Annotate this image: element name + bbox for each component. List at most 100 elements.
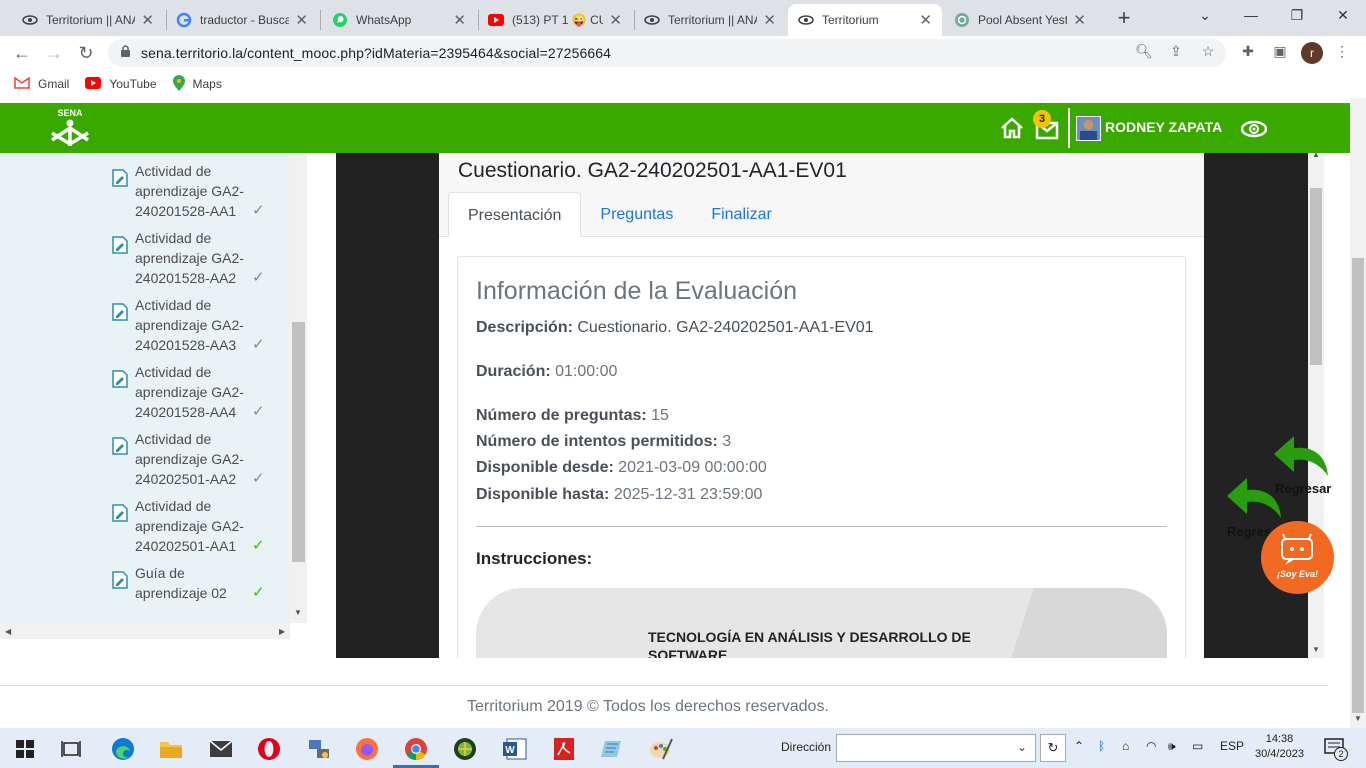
list-item[interactable]: Actividad de aprendizaje GA2-240201528-A…: [112, 161, 282, 221]
accessibility-eye-icon[interactable]: [1240, 120, 1268, 141]
extensions-icon[interactable]: ✚: [1239, 42, 1257, 60]
sidebar-scroll-thumb[interactable]: [292, 322, 305, 562]
browser-tab[interactable]: WhatsApp ✕: [322, 4, 476, 36]
windows-start-icon[interactable]: [12, 736, 38, 762]
file-explorer-icon[interactable]: [158, 736, 184, 762]
minimize-icon[interactable]: —: [1228, 0, 1274, 30]
bluetooth-icon[interactable]: ᛒ: [1098, 739, 1105, 753]
notes-app-icon[interactable]: [600, 736, 626, 762]
sena-logo[interactable]: SENA: [48, 106, 92, 148]
address-toolbar-input[interactable]: ⌄: [836, 734, 1036, 762]
volume-icon[interactable]: 🕪︎: [1168, 739, 1176, 754]
bookmark-youtube[interactable]: YouTube: [85, 76, 157, 92]
new-tab-button[interactable]: +: [1110, 4, 1138, 32]
browser-tab-active[interactable]: Territorium ✕: [788, 4, 942, 36]
browser-tab[interactable]: Pool Absent Yeste ✕: [944, 4, 1096, 36]
banner-text: TECNOLOGÍA EN ANÁLISIS Y DESARROLLO DE S…: [648, 629, 971, 658]
tray-expand-icon[interactable]: ⌃: [1074, 739, 1084, 753]
browser-tab[interactable]: Territorium || ANA ✕: [634, 4, 786, 36]
chevron-down-icon[interactable]: ⌄: [1017, 740, 1027, 754]
logo-text: SENA: [57, 108, 83, 118]
edge-icon[interactable]: [110, 736, 136, 762]
youtube-icon: [488, 12, 504, 28]
avatar[interactable]: [1076, 116, 1101, 141]
zoom-icon[interactable]: 🔍︎: [1135, 42, 1153, 60]
chrome-icon[interactable]: [403, 736, 429, 762]
bookmark-star-icon[interactable]: ☆: [1199, 42, 1217, 60]
network-app-icon[interactable]: [306, 736, 332, 762]
profile-avatar[interactable]: r: [1301, 42, 1323, 64]
field-value: 15: [651, 407, 669, 424]
modal-tabs: Presentación Preguntas Finalizar: [448, 192, 791, 237]
tab-presentacion[interactable]: Presentación: [448, 192, 582, 237]
clock[interactable]: 14:38 30/4/2023: [1255, 732, 1304, 762]
scroll-left-arrow-icon[interactable]: ◀: [5, 627, 11, 636]
close-icon[interactable]: ✕: [453, 11, 466, 29]
paint-icon[interactable]: [648, 736, 674, 762]
list-item[interactable]: Actividad de aprendizaje GA2-240201528-A…: [112, 295, 282, 355]
browser-tab[interactable]: traductor - Busca ✕: [166, 4, 318, 36]
scroll-right-arrow-icon[interactable]: ▶: [279, 627, 285, 636]
device-icon[interactable]: ⌂: [1122, 739, 1129, 753]
list-item[interactable]: Actividad de aprendizaje GA2-240201528-A…: [112, 362, 282, 422]
tab-title: Territorium || ANA: [46, 13, 136, 27]
bookmark-gmail[interactable]: Gmail: [14, 76, 69, 92]
regresar-button[interactable]: Regresar: [1275, 481, 1331, 496]
tab-preguntas[interactable]: Preguntas: [581, 192, 692, 237]
close-icon[interactable]: ✕: [1073, 11, 1086, 29]
item-label: Actividad de aprendizaje GA2-240202501-A…: [135, 498, 244, 554]
address-bar[interactable]: sena.territorio.la/content_mooc.php?idMa…: [108, 39, 1226, 67]
globe-app-icon[interactable]: [452, 736, 478, 762]
list-item[interactable]: Actividad de aprendizaje GA2-240202501-A…: [112, 496, 282, 556]
back-icon[interactable]: ←: [10, 41, 34, 65]
language-indicator[interactable]: ESP: [1220, 739, 1244, 753]
wifi-icon[interactable]: ◠: [1146, 739, 1156, 753]
share-icon[interactable]: ⇪: [1167, 42, 1185, 60]
firefox-icon[interactable]: [354, 736, 380, 762]
eva-chat-button[interactable]: ¡Soy Eva!: [1261, 521, 1334, 594]
browser-tab[interactable]: Territorium || ANA ✕: [12, 4, 164, 36]
user-name[interactable]: RODNEY ZAPATA: [1105, 119, 1222, 135]
task-view-icon[interactable]: [58, 736, 84, 762]
mail-app-icon[interactable]: [208, 736, 234, 762]
evaluation-modal: Cuestionario. GA2-240202501-AA1-EV01 Pre…: [439, 153, 1204, 658]
restore-icon[interactable]: ❐: [1274, 0, 1320, 30]
list-item[interactable]: Actividad de aprendizaje GA2-240202501-A…: [112, 429, 282, 489]
home-icon[interactable]: [1000, 116, 1024, 143]
browser-tab[interactable]: (513) PT 1 😜 CU ✕: [478, 4, 632, 36]
address-refresh-icon[interactable]: ↻: [1040, 734, 1066, 762]
scroll-down-arrow-icon[interactable]: ▼: [1312, 645, 1320, 654]
opera-icon[interactable]: [256, 736, 282, 762]
close-icon[interactable]: ✕: [295, 11, 308, 29]
close-window-icon[interactable]: ✕: [1320, 0, 1366, 30]
tab-search-icon[interactable]: ⌄: [1182, 0, 1228, 30]
reload-icon[interactable]: ↻: [74, 41, 98, 65]
page-scroll-thumb[interactable]: [1352, 258, 1364, 713]
check-icon: ✓: [252, 336, 265, 353]
list-item[interactable]: Guía de aprendizaje 02 ✓: [112, 563, 282, 603]
close-icon[interactable]: ✕: [609, 11, 622, 29]
item-label: Actividad de aprendizaje GA2-240201528-A…: [135, 364, 244, 420]
scroll-down-arrow-icon[interactable]: ▼: [294, 608, 302, 617]
close-icon[interactable]: ✕: [141, 11, 154, 29]
battery-icon[interactable]: ▭: [1192, 739, 1203, 753]
site-header: SENA 3 RODNEY ZAPATA: [0, 103, 1350, 153]
word-icon[interactable]: W: [502, 736, 528, 762]
page-scroll-down-arrow-icon[interactable]: ▼: [1354, 714, 1362, 723]
side-panel-icon[interactable]: ▣: [1271, 42, 1289, 60]
close-icon[interactable]: ✕: [763, 11, 776, 29]
forward-icon[interactable]: →: [42, 41, 66, 65]
menu-dots-icon[interactable]: ⋮: [1333, 42, 1351, 60]
close-icon[interactable]: ✕: [919, 11, 932, 29]
bookmark-maps[interactable]: Maps: [172, 74, 222, 94]
gmail-icon: [14, 76, 30, 92]
maps-icon: [172, 74, 185, 94]
regresar-button[interactable]: Regres: [1227, 524, 1271, 539]
list-item[interactable]: Actividad de aprendizaje GA2-240201528-A…: [112, 228, 282, 288]
content-scroll-thumb[interactable]: [1310, 188, 1322, 365]
back-arrow-icon[interactable]: [1225, 474, 1283, 523]
acrobat-icon[interactable]: [551, 736, 577, 762]
sidebar-horizontal-scrollbar[interactable]: [0, 623, 290, 639]
tab-finalizar[interactable]: Finalizar: [692, 192, 790, 237]
scroll-up-arrow-icon[interactable]: ▲: [1312, 150, 1320, 159]
